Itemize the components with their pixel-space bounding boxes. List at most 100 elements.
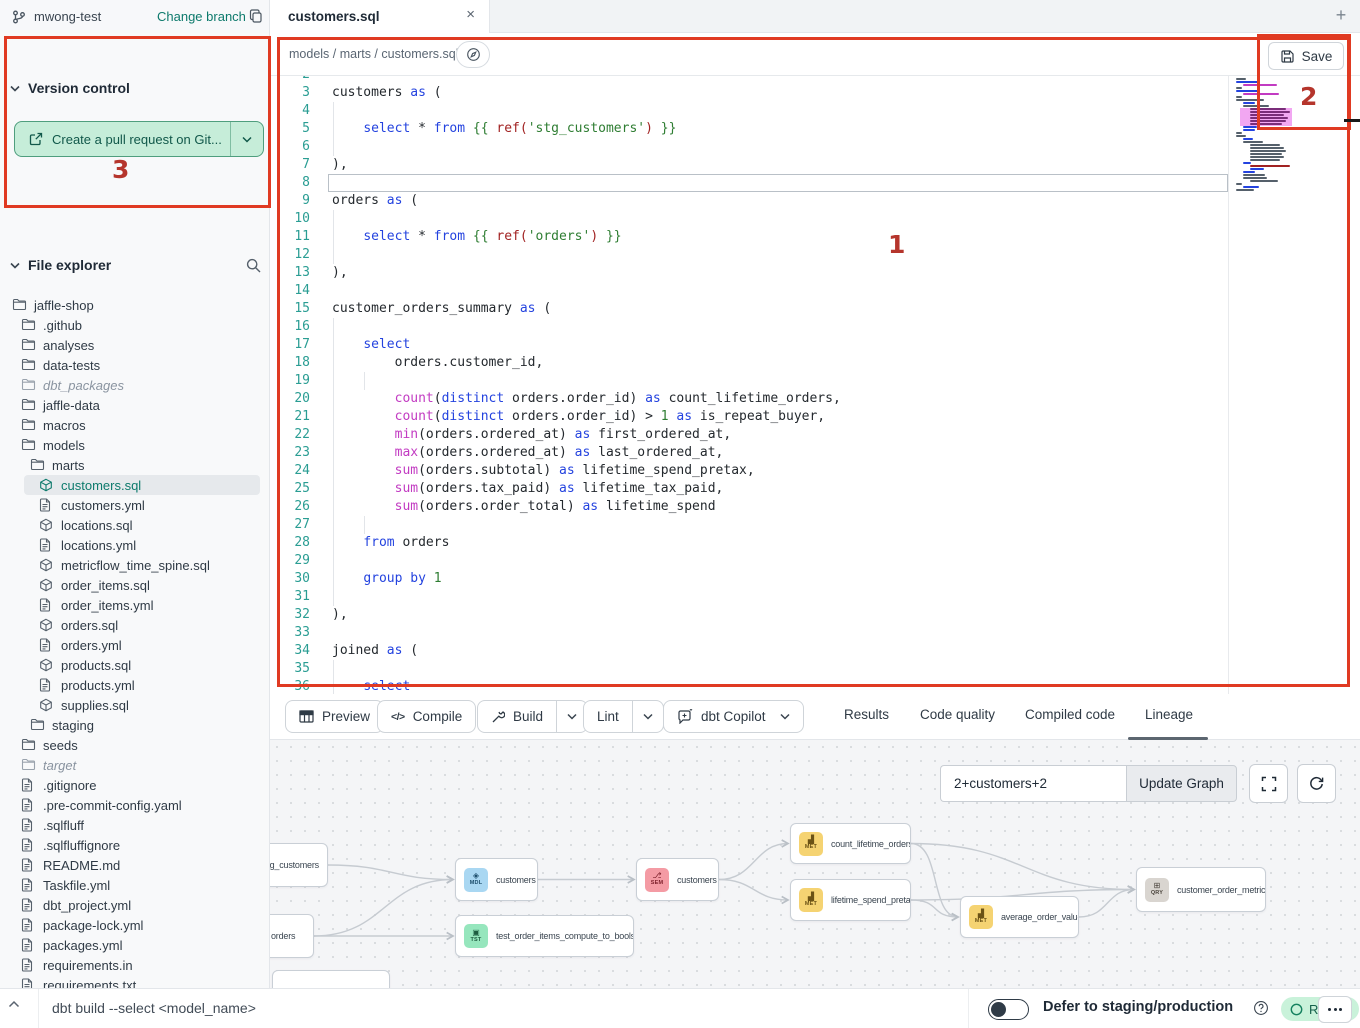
code-line-25[interactable]: 25 sum(orders.tax_paid) as lifetime_tax_… [270, 480, 1360, 498]
tree-item-readme.md[interactable]: README.md [0, 855, 270, 875]
change-branch-link[interactable]: Change branch [157, 9, 246, 24]
tree-item-locations.yml[interactable]: locations.yml [0, 535, 270, 555]
tree-item-jaffle-shop[interactable]: jaffle-shop [0, 295, 270, 315]
lineage-node-stg_customers[interactable]: stg_customers [270, 843, 328, 887]
code-line-29[interactable]: 29 [270, 552, 1360, 570]
tree-item-taskfile.yml[interactable]: Taskfile.yml [0, 875, 270, 895]
tree-item-orders.sql[interactable]: orders.sql [0, 615, 270, 635]
tab-lineage[interactable]: Lineage [1145, 707, 1193, 722]
pr-dropdown-caret[interactable] [231, 122, 263, 156]
compile-button[interactable]: </>Compile [377, 700, 476, 733]
create-pr-button[interactable]: Create a pull request on Git... [14, 121, 264, 157]
tree-item-jaffle-data[interactable]: jaffle-data [0, 395, 270, 415]
tree-item-target[interactable]: target [0, 755, 270, 775]
tree-item-packages.yml[interactable]: packages.yml [0, 935, 270, 955]
code-line-16[interactable]: 16 [270, 318, 1360, 336]
lineage-node-lifetime_spend_pretax[interactable]: ▟METlifetime_spend_pretax [790, 879, 911, 921]
search-icon[interactable] [245, 257, 262, 274]
tree-item-orders.yml[interactable]: orders.yml [0, 635, 270, 655]
tab-code-quality[interactable]: Code quality [920, 707, 995, 722]
tree-item-metricflow-time-spine.sql[interactable]: metricflow_time_spine.sql [0, 555, 270, 575]
build-button[interactable]: Build [477, 700, 588, 733]
chevron-up-icon[interactable] [8, 1000, 20, 1008]
code-line-12[interactable]: 12 [270, 246, 1360, 264]
tree-item-customers.sql[interactable]: customers.sql [0, 475, 270, 495]
lint-button[interactable]: Lint [583, 700, 664, 733]
close-icon[interactable]: × [466, 6, 475, 23]
code-line-7[interactable]: 7), [270, 156, 1360, 174]
new-tab-button[interactable]: + [1328, 3, 1354, 29]
lineage-node-count_lifetime_orders[interactable]: ▟METcount_lifetime_orders [790, 823, 911, 864]
code-line-17[interactable]: 17 select [270, 336, 1360, 354]
code-line-6[interactable]: 6 [270, 138, 1360, 156]
lint-dropdown-caret[interactable] [632, 701, 663, 732]
code-line-14[interactable]: 14 [270, 282, 1360, 300]
code-line-30[interactable]: 30 group by 1 [270, 570, 1360, 588]
tree-item-order-items.sql[interactable]: order_items.sql [0, 575, 270, 595]
save-button[interactable]: Save [1268, 42, 1344, 70]
tree-item-macros[interactable]: macros [0, 415, 270, 435]
code-line-26[interactable]: 26 sum(orders.order_total) as lifetime_s… [270, 498, 1360, 516]
tree-item-marts[interactable]: marts [0, 455, 270, 475]
tree-item-.sqlfluff[interactable]: .sqlfluff [0, 815, 270, 835]
code-line-3[interactable]: 3customers as ( [270, 84, 1360, 102]
tree-item-dbt-project.yml[interactable]: dbt_project.yml [0, 895, 270, 915]
code-line-11[interactable]: 11 select * from {{ ref('orders') }} [270, 228, 1360, 246]
code-editor[interactable]: 23customers as (45 select * from {{ ref(… [270, 76, 1360, 694]
more-options-button[interactable] [1318, 996, 1352, 1023]
code-line-35[interactable]: 35 [270, 660, 1360, 678]
tree-item-.gitignore[interactable]: .gitignore [0, 775, 270, 795]
tree-item-staging[interactable]: staging [0, 715, 270, 735]
refresh-button[interactable] [1297, 764, 1336, 803]
code-line-28[interactable]: 28 from orders [270, 534, 1360, 552]
code-line-9[interactable]: 9orders as ( [270, 192, 1360, 210]
code-line-24[interactable]: 24 sum(orders.subtotal) as lifetime_spen… [270, 462, 1360, 480]
tree-item-customers.yml[interactable]: customers.yml [0, 495, 270, 515]
minimap[interactable] [1232, 78, 1318, 198]
preview-button[interactable]: Preview [285, 700, 384, 733]
tree-item-requirements.in[interactable]: requirements.in [0, 955, 270, 975]
lineage-node-customers[interactable]: ◈MDLcustomers [455, 858, 538, 901]
code-line-21[interactable]: 21 count(distinct orders.order_id) > 1 a… [270, 408, 1360, 426]
tree-item-locations.sql[interactable]: locations.sql [0, 515, 270, 535]
lineage-node-customers[interactable]: ⎇SEMcustomers [636, 858, 719, 901]
code-line-8[interactable]: 8 [270, 174, 1360, 192]
tree-item-.pre-commit-config.yaml[interactable]: .pre-commit-config.yaml [0, 795, 270, 815]
code-line-10[interactable]: 10 [270, 210, 1360, 228]
tab-customers-sql[interactable]: customers.sql × [270, 0, 490, 33]
dbt-copilot-button[interactable]: dbt Copilot [663, 700, 804, 733]
tab-compiled-code[interactable]: Compiled code [1025, 707, 1115, 722]
tree-item-products.yml[interactable]: products.yml [0, 675, 270, 695]
fullscreen-button[interactable] [1249, 764, 1288, 803]
lineage-node-orders[interactable]: orders [270, 914, 314, 958]
copy-icon[interactable] [248, 8, 264, 24]
copilot-explain-button[interactable] [456, 41, 490, 68]
code-line-20[interactable]: 20 count(distinct orders.order_id) as co… [270, 390, 1360, 408]
lineage-node-average_order_value[interactable]: ▟METaverage_order_value [960, 896, 1079, 938]
help-icon[interactable] [1253, 1000, 1269, 1016]
tree-item-order-items.yml[interactable]: order_items.yml [0, 595, 270, 615]
code-line-5[interactable]: 5 select * from {{ ref('stg_customers') … [270, 120, 1360, 138]
tree-item-seeds[interactable]: seeds [0, 735, 270, 755]
code-line-15[interactable]: 15customer_orders_summary as ( [270, 300, 1360, 318]
copilot-dropdown-caret[interactable] [780, 713, 790, 720]
code-line-13[interactable]: 13), [270, 264, 1360, 282]
tree-item-.sqlfluffignore[interactable]: .sqlfluffignore [0, 835, 270, 855]
lineage-node-test_order_items_compute_to_bools-[interactable]: ▣TSTtest_order_items_compute_to_bools... [455, 915, 634, 957]
code-line-27[interactable]: 27 [270, 516, 1360, 534]
code-line-18[interactable]: 18 orders.customer_id, [270, 354, 1360, 372]
tree-item-analyses[interactable]: analyses [0, 335, 270, 355]
tree-item-dbt-packages[interactable]: dbt_packages [0, 375, 270, 395]
code-line-34[interactable]: 34joined as ( [270, 642, 1360, 660]
code-line-22[interactable]: 22 min(orders.ordered_at) as first_order… [270, 426, 1360, 444]
tree-item-.github[interactable]: .github [0, 315, 270, 335]
code-line-36[interactable]: 36 select [270, 678, 1360, 694]
cli-command[interactable]: dbt build --select <model_name> [52, 1000, 256, 1016]
defer-toggle[interactable] [988, 999, 1029, 1020]
code-line-19[interactable]: 19 [270, 372, 1360, 390]
tree-item-products.sql[interactable]: products.sql [0, 655, 270, 675]
tree-item-requirements.txt[interactable]: requirements.txt [0, 975, 270, 988]
code-line-31[interactable]: 31 [270, 588, 1360, 606]
tree-item-models[interactable]: models [0, 435, 270, 455]
tree-item-package-lock.yml[interactable]: package-lock.yml [0, 915, 270, 935]
